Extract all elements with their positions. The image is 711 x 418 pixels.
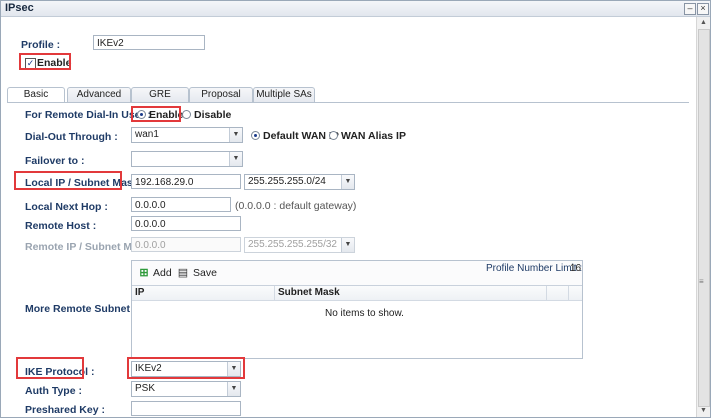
tab-divider xyxy=(7,102,689,103)
failover-select[interactable]: ▼ xyxy=(131,151,243,167)
preshared-key-label: Preshared Key : xyxy=(25,404,105,416)
profile-limit-value: 16 xyxy=(570,263,582,274)
chevron-down-icon: ▼ xyxy=(229,128,242,142)
grid-header: IP Subnet Mask xyxy=(132,286,582,301)
column-ip[interactable]: IP xyxy=(135,286,144,300)
scrollbar-grip-icon: ≡ xyxy=(699,277,704,286)
ike-protocol-select[interactable]: IKEv2 ▼ xyxy=(131,361,241,377)
ike-protocol-value: IKEv2 xyxy=(135,363,162,374)
grid-toolbar: ⊞ Add ▤ Save Profile Number Limit : 16 xyxy=(132,261,582,286)
ipsec-dialog: IPsec – × Profile : IKEv2 ✓ Enable Basic… xyxy=(0,0,711,418)
dialout-label: Dial-Out Through : xyxy=(25,131,118,143)
dialout-default-wan-radio[interactable] xyxy=(251,131,260,140)
vertical-scrollbar[interactable]: ▲ ≡ ▼ xyxy=(696,17,710,417)
profile-name-input[interactable]: IKEv2 xyxy=(93,35,205,50)
local-subnet-select[interactable]: 255.255.255.0/24 ▼ xyxy=(244,174,355,190)
minimize-icon[interactable]: – xyxy=(684,3,696,15)
scroll-down-icon[interactable]: ▼ xyxy=(699,406,708,415)
tab-gre[interactable]: GRE xyxy=(131,87,189,102)
column-divider xyxy=(546,286,547,300)
tab-advanced[interactable]: Advanced xyxy=(67,87,131,102)
remote-dialin-enable-radio[interactable] xyxy=(137,110,146,119)
profile-limit-label: Profile Number Limit : xyxy=(486,263,583,274)
grid-empty-text: No items to show. xyxy=(325,308,404,319)
dialout-default-wan-label: Default WAN IP xyxy=(263,130,339,142)
close-icon[interactable]: × xyxy=(697,3,709,15)
dialout-wan-alias-label: WAN Alias IP xyxy=(341,130,406,142)
dialout-select[interactable]: wan1 ▼ xyxy=(131,127,243,143)
tab-proposal[interactable]: Proposal xyxy=(189,87,253,102)
scroll-up-icon[interactable]: ▲ xyxy=(699,18,708,27)
remote-dialin-enable-label: Enable xyxy=(149,109,184,121)
dialout-wan-alias-radio[interactable] xyxy=(329,131,338,140)
local-subnet-value: 255.255.255.0/24 xyxy=(248,176,326,187)
local-ip-input[interactable]: 192.168.29.0 xyxy=(131,174,241,189)
ike-protocol-label: IKE Protocol : xyxy=(25,366,95,378)
enable-checkbox[interactable]: ✓ xyxy=(25,58,36,69)
save-icon[interactable]: ▤ xyxy=(177,267,189,279)
profile-label: Profile : xyxy=(21,39,61,51)
remote-subnet-value: 255.255.255.255/32 xyxy=(248,239,337,250)
remote-host-label: Remote Host : xyxy=(25,220,97,232)
add-icon[interactable]: ⊞ xyxy=(138,267,150,279)
chevron-down-icon: ▼ xyxy=(341,238,354,252)
tab-multiple-sas[interactable]: Multiple SAs xyxy=(253,87,315,102)
dialout-select-value: wan1 xyxy=(135,129,159,140)
column-divider xyxy=(568,286,569,300)
tab-basic[interactable]: Basic xyxy=(7,87,65,103)
title-bar: IPsec – × xyxy=(1,1,710,17)
column-subnet-mask[interactable]: Subnet Mask xyxy=(278,286,340,300)
add-button[interactable]: Add xyxy=(153,267,172,279)
remote-ip-input[interactable]: 0.0.0.0 xyxy=(131,237,241,252)
scrollbar-thumb[interactable] xyxy=(698,29,710,407)
preshared-key-input[interactable] xyxy=(131,401,241,416)
remote-dialin-disable-label: Disable xyxy=(194,109,232,121)
auth-type-value: PSK xyxy=(135,383,156,394)
local-next-hop-hint: (0.0.0.0 : default gateway) xyxy=(235,200,357,212)
chevron-down-icon: ▼ xyxy=(227,362,240,376)
auth-type-label: Auth Type : xyxy=(25,385,82,397)
dialog-content: Profile : IKEv2 ✓ Enable Basic Advanced … xyxy=(1,17,696,417)
remote-dialin-disable-radio[interactable] xyxy=(182,110,191,119)
local-ip-label: Local IP / Subnet Mask xyxy=(25,177,139,189)
chevron-down-icon: ▼ xyxy=(227,382,240,396)
auth-type-select[interactable]: PSK ▼ xyxy=(131,381,241,397)
remote-dialin-label: For Remote Dial-In User : xyxy=(25,109,152,121)
window-title: IPsec xyxy=(5,2,34,14)
failover-label: Failover to : xyxy=(25,155,85,167)
local-next-hop-input[interactable]: 0.0.0.0 xyxy=(131,197,231,212)
more-remote-subnet-label: More Remote Subnet : xyxy=(25,303,136,315)
chevron-down-icon: ▼ xyxy=(229,152,242,166)
remote-subnet-grid: ⊞ Add ▤ Save Profile Number Limit : 16 I… xyxy=(131,260,583,359)
save-button[interactable]: Save xyxy=(193,267,217,279)
column-divider xyxy=(274,286,275,300)
remote-host-input[interactable]: 0.0.0.0 xyxy=(131,216,241,231)
local-next-hop-label: Local Next Hop : xyxy=(25,201,108,213)
chevron-down-icon: ▼ xyxy=(341,175,354,189)
enable-checkbox-label: Enable xyxy=(37,57,72,69)
remote-subnet-select[interactable]: 255.255.255.255/32 ▼ xyxy=(244,237,355,253)
